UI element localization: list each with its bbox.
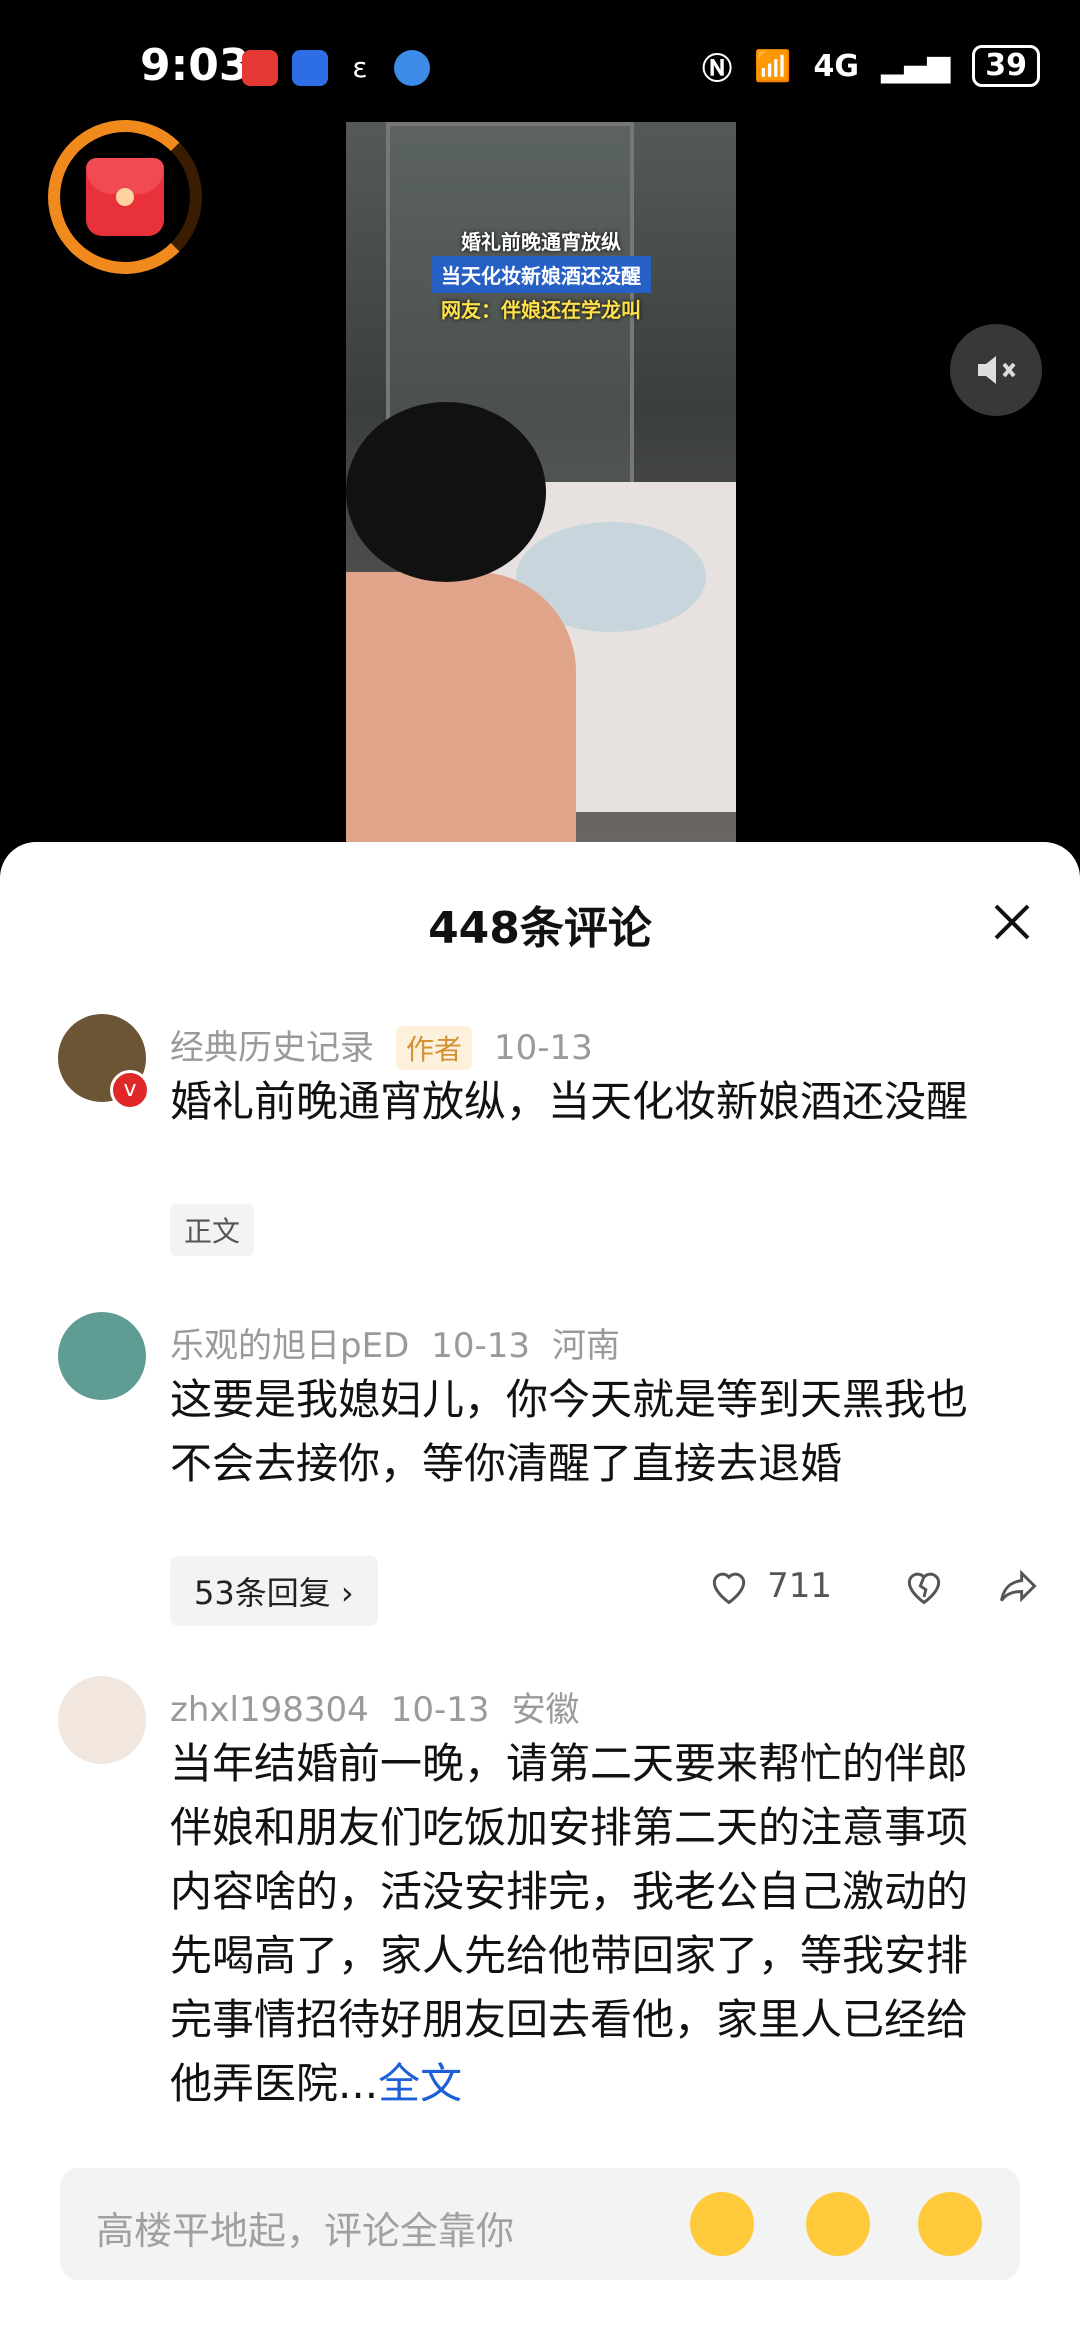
comment-date: 10-13: [494, 1028, 593, 1068]
huawei-app-icon: [242, 50, 278, 86]
signal-icon: ▂▄▆: [881, 48, 951, 84]
screaming-emoji-icon[interactable]: [918, 2192, 982, 2256]
close-icon: [994, 904, 1030, 940]
comment-date: 10-13: [390, 1690, 490, 1730]
comment-location: 安徽: [511, 1690, 580, 1730]
comment-location: 河南: [552, 1326, 621, 1366]
full-text-link[interactable]: 全文: [378, 2059, 462, 2108]
status-indicators: Ⓝ 📶 4G ▂▄▆ 39: [702, 44, 1040, 88]
close-button[interactable]: [984, 894, 1040, 950]
comment-text[interactable]: 当年结婚前一晚，请第二天要来帮忙的伴郎伴娘和朋友们吃饭加安排第二天的注意事项内容…: [170, 1732, 1000, 2116]
astonished-emoji-icon[interactable]: [806, 2192, 870, 2256]
red-envelope-button[interactable]: [48, 120, 202, 274]
share-arrow-icon[interactable]: [996, 1564, 1040, 1608]
speaker-muted-icon: [978, 356, 1016, 384]
comment-meta: 经典历史记录 作者 10-13: [170, 1020, 615, 1070]
video-scene-dress: [346, 572, 576, 842]
comment-username[interactable]: 经典历史记录: [170, 1028, 374, 1068]
status-bar: 9:03 ɛ Ⓝ 📶 4G ▂▄▆ 39: [0, 0, 1080, 130]
author-badge: 作者: [396, 1026, 473, 1070]
avatar[interactable]: [58, 1676, 146, 1764]
comment-meta: 乐观的旭日pED 10-13 河南: [170, 1318, 642, 1367]
app-icon: ɛ: [342, 50, 378, 86]
baidu-app-icon: [292, 50, 328, 86]
navigation-bar: [0, 2300, 1080, 2340]
heart-icon[interactable]: [707, 1564, 751, 1608]
view-replies-button[interactable]: 53条回复 ›: [170, 1556, 378, 1626]
post-body-tag[interactable]: 正文: [170, 1204, 255, 1256]
comment-username[interactable]: zhxl198304: [170, 1690, 369, 1730]
mute-button[interactable]: [950, 324, 1042, 416]
like-count: 711: [767, 1566, 832, 1606]
verified-badge-icon: v: [110, 1070, 150, 1110]
comment-actions: 711: [707, 1564, 1040, 1608]
comment-input[interactable]: 高楼平地起，评论全靠你: [60, 2168, 1020, 2280]
comment-meta: zhxl198304 10-13 安徽: [170, 1682, 602, 1731]
video-caption-3: 网友：伴娘还在学龙叫: [441, 298, 641, 322]
coin-mark: [116, 188, 134, 206]
comment-username[interactable]: 乐观的旭日pED: [170, 1326, 409, 1366]
video-caption-1: 婚礼前晚通宵放纵: [461, 230, 621, 254]
nfc-icon: Ⓝ: [702, 52, 733, 87]
video-scene-hair: [346, 402, 546, 582]
comment-text[interactable]: 这要是我媳妇儿，你今天就是等到天黑我也不会去接你，等你清醒了直接去退婚: [170, 1368, 1000, 1496]
broken-heart-icon[interactable]: [902, 1564, 946, 1608]
browser-app-icon: [394, 50, 430, 86]
avatar[interactable]: [58, 1312, 146, 1400]
comment-text[interactable]: 婚礼前晚通宵放纵，当天化妆新娘酒还没醒: [170, 1070, 1000, 1134]
comment-body: 当年结婚前一晚，请第二天要来帮忙的伴郎伴娘和朋友们吃饭加安排第二天的注意事项内容…: [170, 1739, 969, 2108]
battery-indicator: 39: [972, 45, 1040, 87]
wifi-icon: 📶: [754, 48, 792, 84]
video-caption-2: 当天化妆新娘酒还没醒: [346, 256, 736, 293]
comment-date: 10-13: [431, 1326, 531, 1366]
comment-sheet: 448条评论 v 经典历史记录 作者 10-13 婚礼前晚通宵放纵，当天化妆新娘酒还…: [0, 842, 1080, 2340]
video-player[interactable]: 婚礼前晚通宵放纵 当天化妆新娘酒还没醒 网友：伴娘还在学龙叫: [346, 122, 736, 842]
network-label: 4G: [813, 48, 860, 84]
replies-label: 53条回复: [194, 1574, 331, 1612]
comment-input-placeholder: 高楼平地起，评论全靠你: [96, 2209, 515, 2253]
comment-count-title: 448条评论: [428, 903, 652, 954]
laughing-crying-emoji-icon[interactable]: [690, 2192, 754, 2256]
status-time: 9:03: [140, 40, 250, 91]
